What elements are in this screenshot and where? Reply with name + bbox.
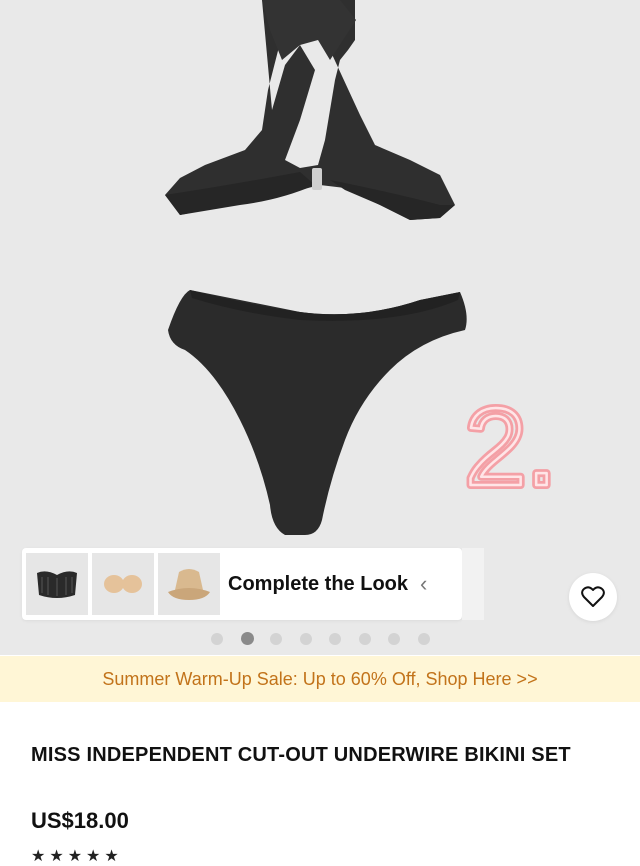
carousel-dot[interactable] — [358, 633, 371, 645]
heart-outline-icon — [581, 586, 605, 607]
carousel-dot[interactable] — [211, 633, 223, 645]
look-thumb-corset[interactable] — [26, 553, 88, 615]
look-thumb-bucket-hat[interactable] — [158, 553, 220, 615]
look-thumb-nipple-covers[interactable] — [92, 553, 154, 615]
sale-banner[interactable]: Summer Warm-Up Sale: Up to 60% Off, Shop… — [0, 656, 640, 702]
bucket-hat-icon — [168, 569, 210, 600]
carousel-dot[interactable] — [299, 633, 312, 645]
nipple-cover-icon — [104, 575, 142, 593]
product-image-gallery[interactable]: 2. 2. Complete the Look ‹ — [0, 0, 640, 655]
carousel-dot[interactable] — [329, 633, 341, 645]
complete-the-look-bar[interactable]: Complete the Look ‹ — [22, 548, 484, 620]
carousel-dot-active[interactable] — [240, 632, 254, 645]
complete-the-look-label: Complete the Look — [228, 572, 409, 595]
carousel-dot[interactable] — [270, 633, 282, 645]
rating-stars[interactable]: ★★★★★ — [31, 846, 123, 866]
carousel-indicator — [0, 631, 640, 647]
product-title: MISS INDEPENDENT CUT-OUT UNDERWIRE BIKIN… — [31, 744, 571, 766]
product-price: US$18.00 — [31, 808, 129, 833]
wishlist-button[interactable] — [569, 573, 617, 621]
svg-text:2.: 2. — [465, 386, 557, 505]
carousel-dot[interactable] — [417, 633, 430, 645]
number-sticker: 2. 2. — [461, 385, 561, 505]
carousel-dot[interactable] — [388, 633, 400, 645]
look-bar-scroll-track — [462, 548, 484, 620]
corset-icon — [37, 571, 77, 598]
chevron-left-icon[interactable]: ‹ — [420, 571, 427, 597]
sale-banner-text[interactable]: Summer Warm-Up Sale: Up to 60% Off, Shop… — [102, 669, 537, 690]
